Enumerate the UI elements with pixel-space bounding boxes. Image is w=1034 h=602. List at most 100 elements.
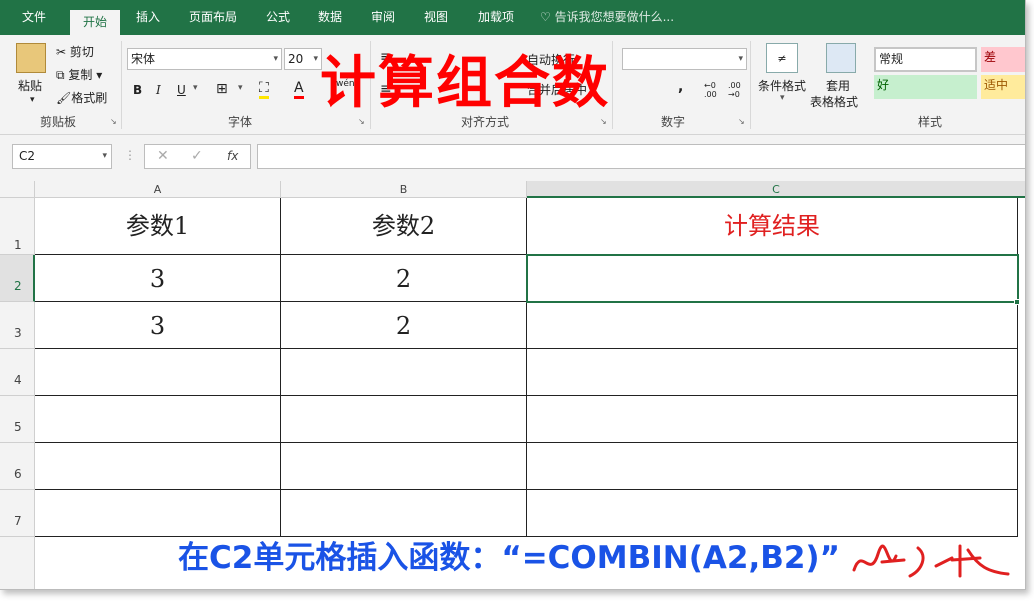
chevron-down-icon: ▾ (313, 54, 318, 64)
format-as-table-button[interactable]: 表格格式 (810, 93, 858, 110)
signature-watermark (852, 544, 1010, 578)
select-all-corner[interactable] (0, 181, 35, 198)
cell-c7[interactable] (527, 490, 1018, 537)
tab-page-layout[interactable]: 页面布局 (180, 0, 246, 35)
cell-a1[interactable]: 参数1 (35, 198, 281, 255)
column-header-a[interactable]: A (35, 181, 281, 198)
row-header-1[interactable]: 1 (0, 198, 35, 255)
formula-input[interactable] (257, 144, 1025, 169)
format-painter-button[interactable]: 🖌格式刷 (56, 89, 107, 106)
column-header-c[interactable]: C (527, 181, 1025, 198)
enter-check-icon[interactable]: ✓ (191, 145, 203, 168)
cancel-icon[interactable]: ✕ (157, 145, 169, 168)
cell-b3[interactable]: 2 (281, 302, 527, 349)
row-header-2[interactable]: 2 (0, 255, 35, 302)
row-header-8[interactable] (0, 537, 35, 589)
column-header-b[interactable]: B (281, 181, 527, 198)
tab-formulas[interactable]: 公式 (256, 0, 300, 35)
paste-icon (16, 43, 46, 73)
row-header-3[interactable]: 3 (0, 302, 35, 349)
cell-a5[interactable] (35, 396, 281, 443)
font-color-icon[interactable]: A (294, 80, 304, 99)
clipboard-launcher-icon[interactable]: ↘ (110, 117, 117, 126)
table-format-icon (826, 43, 856, 73)
style-neutral[interactable]: 适中 (981, 75, 1025, 99)
clipboard-group-label: 剪贴板 (39, 115, 76, 129)
style-good[interactable]: 好 (874, 75, 977, 99)
number-launcher-icon[interactable]: ↘ (738, 117, 745, 126)
chevron-down-icon: ▾ (738, 54, 743, 64)
name-box[interactable]: C2 ▾ (12, 144, 112, 169)
cell-a7[interactable] (35, 490, 281, 537)
cut-button[interactable]: ✂ 剪切 (56, 43, 94, 60)
bold-button[interactable]: B (133, 83, 142, 97)
cell-c2[interactable] (527, 255, 1018, 302)
border-dropdown-icon[interactable]: ▾ (238, 83, 243, 93)
format-as-table-line1[interactable]: 套用 (826, 77, 850, 94)
number-group-label: 数字 (660, 115, 685, 129)
style-normal[interactable]: 常规 (874, 47, 977, 72)
cell-a4[interactable] (35, 349, 281, 396)
font-group-label: 字体 (227, 115, 252, 129)
italic-button[interactable]: I (156, 83, 161, 97)
splitter-dots-icon[interactable]: ⋮ (124, 148, 136, 162)
cell-a3[interactable]: 3 (35, 302, 281, 349)
tab-data[interactable]: 数据 (308, 0, 352, 35)
row-header-5[interactable]: 5 (0, 396, 35, 443)
fill-handle[interactable] (1014, 299, 1020, 305)
increase-decimal-icon[interactable]: ←0.00 (704, 81, 717, 99)
cell-a6[interactable] (35, 443, 281, 490)
tab-addins[interactable]: 加载项 (468, 0, 524, 35)
cell-c1[interactable]: 计算结果 (527, 198, 1018, 255)
worksheet-grid: A B C 1 2 3 4 5 6 7 参数1 参数2 计算结果 3 2 3 2 (0, 181, 1025, 589)
chevron-down-icon: ▾ (273, 54, 278, 64)
brush-icon: 🖌 (56, 91, 72, 105)
underline-dropdown-icon[interactable]: ▾ (193, 83, 198, 93)
formula-buttons: ✕ ✓ fx (144, 144, 251, 169)
tab-insert[interactable]: 插入 (126, 0, 170, 35)
cell-b6[interactable] (281, 443, 527, 490)
conditional-format-button[interactable]: 条件格式 (758, 77, 806, 94)
chevron-down-icon: ▾ (102, 151, 107, 161)
cell-c4[interactable] (527, 349, 1018, 396)
comma-style-icon[interactable]: , (678, 79, 683, 95)
cell-b5[interactable] (281, 396, 527, 443)
cell-a2[interactable]: 3 (35, 255, 281, 302)
cell-b2[interactable]: 2 (281, 255, 527, 302)
cell-c6[interactable] (527, 443, 1018, 490)
number-format-select[interactable]: ▾ (622, 48, 747, 70)
cell-b1[interactable]: 参数2 (281, 198, 527, 255)
fill-color-icon[interactable]: ⛶ (259, 80, 269, 99)
row-header-4[interactable]: 4 (0, 349, 35, 396)
copy-icon: ⧉ (56, 68, 65, 82)
border-icon[interactable]: ⊞ (216, 81, 228, 97)
conditional-format-icon: ≠ (766, 43, 798, 73)
tab-review[interactable]: 审阅 (361, 0, 405, 35)
row-header-7[interactable]: 7 (0, 490, 35, 537)
cell-b4[interactable] (281, 349, 527, 396)
tell-me-search[interactable]: ♡ 告诉我您想要做什么... (540, 0, 700, 35)
paste-button[interactable]: 粘贴 (18, 77, 42, 94)
formula-bar-area: C2 ▾ ⋮ ✕ ✓ fx (0, 135, 1025, 181)
chevron-down-icon: ▾ (780, 93, 785, 103)
cell-c5[interactable] (527, 396, 1018, 443)
ribbon-tab-bar: 文件 开始 插入 页面布局 公式 数据 审阅 视图 加载项 ♡ 告诉我您想要做什… (0, 0, 1025, 35)
decrease-decimal-icon[interactable]: .00 →0 (728, 81, 741, 99)
font-name-select[interactable]: 宋体 ▾ (127, 48, 282, 70)
paste-dropdown-icon[interactable]: ▾ (30, 95, 35, 105)
style-bad[interactable]: 差 (981, 47, 1025, 72)
cell-b7[interactable] (281, 490, 527, 537)
copy-button[interactable]: ⧉ 复制 ▾ (56, 66, 102, 83)
styles-group-label: 样式 (917, 115, 942, 129)
scissors-icon: ✂ (56, 45, 67, 59)
cell-c3[interactable] (527, 302, 1018, 349)
tab-view[interactable]: 视图 (414, 0, 458, 35)
font-size-select[interactable]: 20 ▾ (284, 48, 322, 70)
underline-button[interactable]: U (177, 83, 186, 97)
bottom-instruction: 在C2单元格插入函数：“=COMBIN(A2,B2)” (178, 540, 840, 576)
tab-home[interactable]: 开始 (70, 10, 120, 35)
insert-function-icon[interactable]: fx (227, 145, 238, 168)
overlay-title: 计算组合数 (320, 51, 610, 116)
row-header-6[interactable]: 6 (0, 443, 35, 490)
tab-file[interactable]: 文件 (12, 0, 56, 35)
